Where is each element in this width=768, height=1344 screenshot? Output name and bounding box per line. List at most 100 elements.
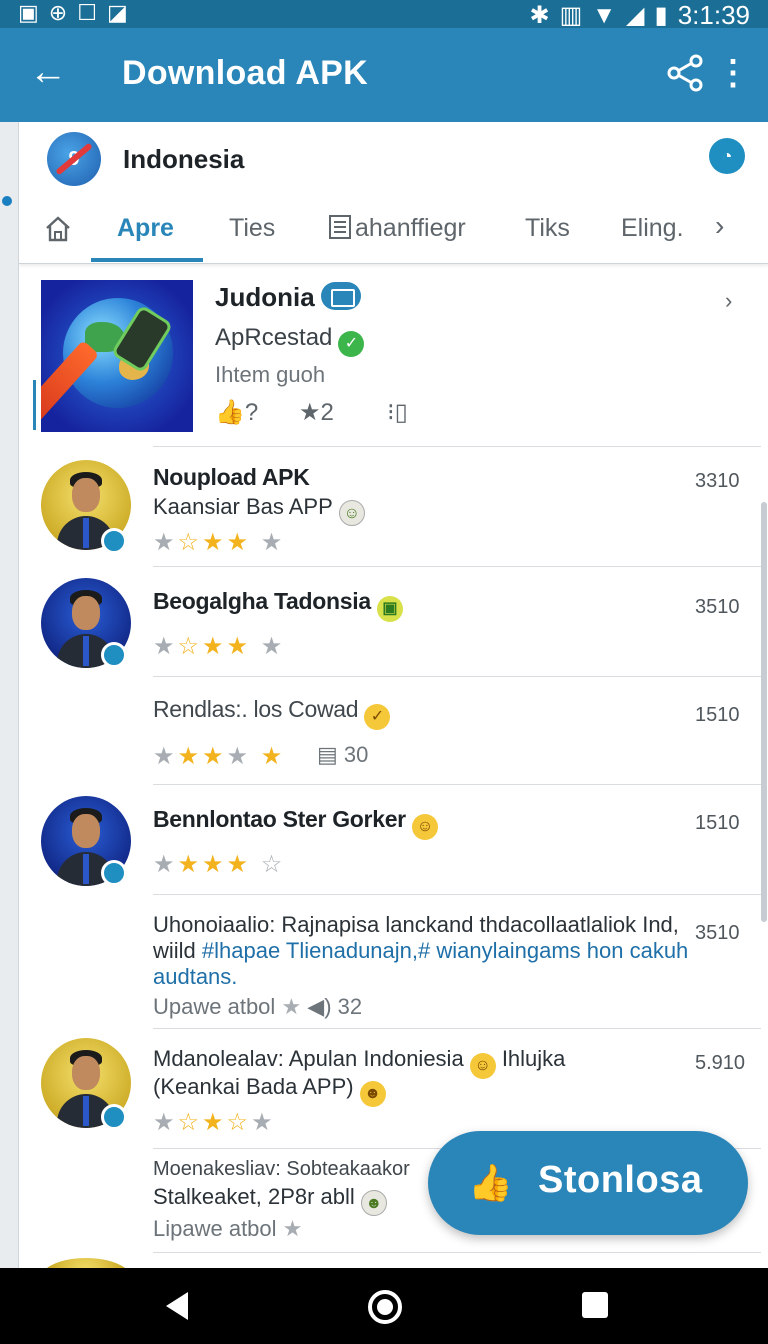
scrollbar[interactable]	[761, 502, 767, 922]
item-count: 3510	[695, 922, 740, 944]
tab-eling[interactable]: Eling.	[621, 214, 684, 243]
item-subtitle-text: (Keankai Bada APP)	[153, 1074, 354, 1099]
search-icon[interactable]: ◔	[709, 138, 745, 174]
item-title: Noupload APK	[153, 464, 310, 490]
face-emoji-icon: ☻	[359, 1081, 386, 1107]
comment-count-text: 30	[343, 742, 369, 767]
star-count: 2	[320, 399, 334, 426]
indonesia-logo-icon: 9	[47, 132, 101, 186]
item-meta: Lipawe atbol ★	[153, 1216, 302, 1242]
app-bar: ← Download APK ⋮	[0, 28, 768, 122]
item-title: Rendlas:. los Cowad ✓	[153, 696, 391, 730]
item-meta-text: Lipawe atbol	[153, 1216, 277, 1241]
hashtag-link[interactable]: #lhapae Tlienadunajn,# wianylaingams hon…	[202, 938, 688, 963]
stonlosa-fab-button[interactable]: 👍 Stonlosa	[428, 1131, 748, 1235]
rating-button[interactable]: ★2	[299, 398, 334, 427]
list-item[interactable]: Beogalgha Tadonsia ▣ ★☆★★ ★ 3510	[19, 566, 768, 676]
featured-app-subtitle: ApRcestad ✓	[215, 324, 365, 357]
avatar-tie	[83, 518, 89, 548]
home-icon[interactable]	[43, 214, 73, 244]
more-vert-icon[interactable]: ⋮	[716, 52, 750, 94]
system-nav-bar	[0, 1268, 768, 1344]
avatar-head	[72, 478, 100, 512]
status-bar: ▣ ⊕ ☐ ◪ ✱ ▥ ▼ ◢ ▮ 3:1:39	[0, 0, 768, 30]
item-title: Uhonoiaalio: Rajnapisa lanckand thdacoll…	[153, 912, 679, 937]
item-title: Beogalgha Tadonsia ▣	[153, 588, 403, 622]
item-title-text: Rendlas:. los Cowad	[153, 696, 359, 722]
star-rating: ★☆★☆★	[153, 1109, 276, 1136]
gift-icon: ▣	[376, 596, 403, 622]
list-item[interactable]: Bennlontao Ster Gorker ☺ ★★★★ ☆ 1510	[19, 784, 768, 894]
vibrate-icon: ▥	[559, 2, 583, 29]
document-icon	[329, 215, 351, 239]
avatar-head	[72, 596, 100, 630]
arrow-left-icon[interactable]: ←	[26, 50, 70, 94]
expand-icon[interactable]: ›	[725, 288, 732, 314]
avatar-head	[72, 814, 100, 848]
star-rating: ★★★★ ★	[153, 743, 286, 770]
featured-app-title: Judonia	[215, 282, 361, 313]
list-item[interactable]: Noupload APK Kaansiar Bas APP ☺ ★☆★★ ★ 33…	[19, 444, 768, 566]
featured-title-text: Judonia	[215, 282, 315, 312]
verified-badge-icon	[101, 860, 127, 886]
bookmark-icon[interactable]: ⁝▯	[387, 398, 408, 427]
item-count: 5.910	[695, 1052, 746, 1074]
bluetooth-icon: ✱	[529, 2, 550, 29]
avatar-mini-icon: ☻	[360, 1190, 387, 1216]
star-rating: ★☆★★ ★	[153, 633, 286, 660]
featured-app-meta: Ihtem guoh	[215, 362, 326, 387]
avatar-tie	[83, 1096, 89, 1126]
comment-icon: ▤	[317, 742, 338, 767]
comment-count-text: 32	[337, 994, 363, 1019]
wifi-icon: ▼	[592, 1, 617, 29]
star-rating: ★☆★★ ★	[153, 529, 286, 556]
tab-tiks[interactable]: Tiks	[525, 214, 570, 243]
avatar	[41, 1258, 131, 1268]
item-subtitle: Stalkeaket, 2P8r abll ☻	[153, 1184, 387, 1216]
battery-icon: ▮	[654, 2, 668, 29]
star-icon: ★	[282, 1216, 303, 1241]
signal-icon: ◢	[626, 2, 645, 29]
share-icon[interactable]	[664, 52, 706, 94]
fab-label: Stonlosa	[538, 1159, 703, 1201]
verified-check-icon: ✓	[338, 331, 365, 357]
nav-back-icon[interactable]	[166, 1292, 188, 1320]
list-item[interactable]: Rendlas:. los Cowad ✓ ★★★★ ★ ▤ 30 1510	[19, 676, 768, 784]
item-description-end-text: audtans.	[153, 964, 238, 989]
speaker-icon: ◀)	[307, 994, 332, 1019]
list-item[interactable]: Mdanolealav: Apulan Indoniesia ☺ Ihlujka …	[19, 1028, 768, 1146]
star-icon: ★	[281, 994, 302, 1019]
tab-bar: Apre Ties ahanffiegr Tiks Eling. ›	[19, 200, 768, 264]
item-count: 3510	[695, 596, 740, 618]
tag-icon: ◪	[106, 0, 128, 25]
location-icon: ⊕	[48, 0, 68, 25]
tab-ahanffiegr[interactable]: ahanffiegr	[329, 214, 466, 243]
item-count: 1510	[695, 812, 740, 834]
section-header: 9 Indonesia ◔	[19, 122, 768, 200]
nav-home-icon[interactable]	[368, 1290, 402, 1324]
divider	[153, 1252, 761, 1253]
item-title: Bennlontao Ster Gorker ☺	[153, 806, 438, 840]
square-icon: ☐	[77, 0, 97, 25]
item-title-suffix: Ihlujka	[501, 1046, 566, 1071]
item-description-end: audtans.	[153, 964, 237, 990]
status-time: 3:1:39	[677, 0, 750, 30]
main-content: 9 Indonesia ◔ Apre Ties ahanffiegr Tiks …	[18, 122, 768, 1268]
check-emoji-icon: ✓	[364, 704, 391, 730]
list-item[interactable]: Uhonoiaalio: Rajnapisa lanckand thdacoll…	[19, 894, 768, 1028]
item-subtitle: (Keankai Bada APP) ☻	[153, 1074, 386, 1107]
nav-recents-icon[interactable]	[582, 1292, 608, 1318]
item-description: wiild #lhapae Tlienadunajn,# wianylainga…	[153, 938, 688, 964]
thumbs-up-icon: 👍	[468, 1162, 513, 1203]
item-meta: Upawe atbol ★ ◀) 32	[153, 994, 362, 1020]
side-dot-indicator	[2, 196, 12, 206]
featured-app[interactable]: Judonia ApRcestad ✓ Ihtem guoh 👍? ★2 ⁝▯ ›	[19, 268, 768, 444]
chevron-right-icon[interactable]: ›	[715, 210, 724, 242]
item-count: 1510	[695, 704, 740, 726]
like-button[interactable]: 👍?	[215, 398, 258, 427]
tab-apre[interactable]: Apre	[117, 214, 174, 243]
tab-ties[interactable]: Ties	[229, 214, 275, 243]
like-label: ?	[244, 399, 259, 426]
section-title: Indonesia	[123, 144, 245, 174]
featured-app-actions: 👍? ★2 ⁝▯	[215, 398, 435, 428]
